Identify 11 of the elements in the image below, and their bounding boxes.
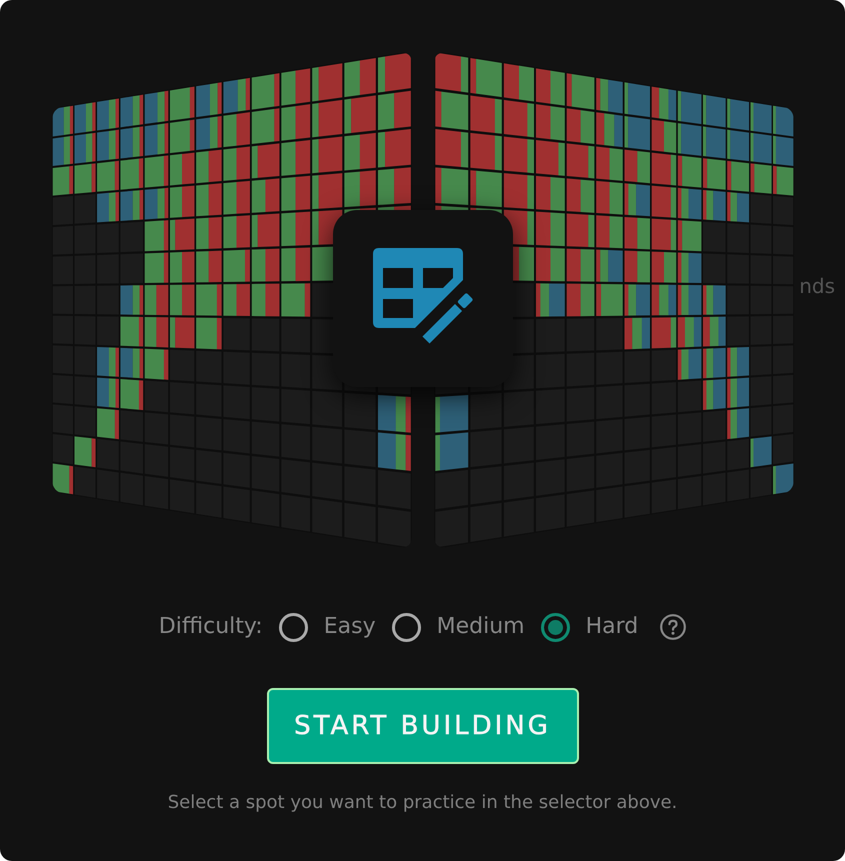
start-building-button[interactable]: START BUILDING xyxy=(266,688,578,764)
radio-button[interactable] xyxy=(392,612,421,642)
radio-button[interactable] xyxy=(278,612,308,642)
help-icon[interactable] xyxy=(660,614,686,640)
difficulty-label: Difficulty: xyxy=(158,613,263,641)
radio-button[interactable] xyxy=(540,612,570,642)
radio-label[interactable]: Medium xyxy=(436,613,525,641)
radio-label[interactable]: Easy xyxy=(324,613,376,641)
radio-label[interactable]: Hard xyxy=(586,613,638,641)
hint-text: Select a spot you want to practice in the selector above. xyxy=(168,791,678,815)
partial-label: nds xyxy=(799,273,835,299)
